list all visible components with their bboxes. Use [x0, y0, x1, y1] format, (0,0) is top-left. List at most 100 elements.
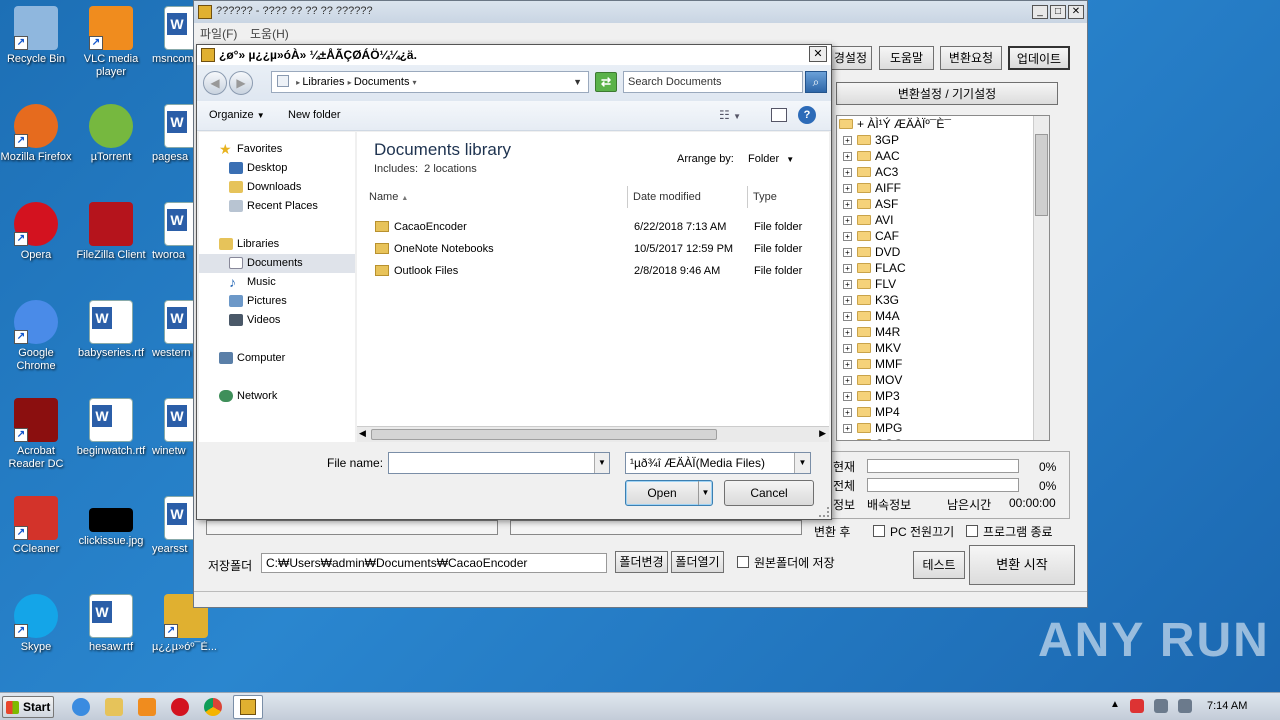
expand-icon[interactable]: +: [843, 264, 852, 273]
nav-desktop[interactable]: Desktop: [199, 159, 355, 178]
start-button[interactable]: Start: [2, 696, 54, 718]
test-button[interactable]: 테스트: [913, 551, 965, 579]
chrome-taskbar-icon[interactable]: [204, 698, 222, 716]
format-item[interactable]: +3GP: [837, 132, 1049, 148]
back-button[interactable]: ◀: [203, 71, 227, 95]
desktop-icon-utorrent[interactable]: µTorrent: [75, 104, 147, 164]
format-item[interactable]: + MPG: [837, 420, 1049, 436]
expand-icon[interactable]: +: [843, 200, 852, 209]
nav-downloads[interactable]: Downloads: [199, 178, 355, 197]
breadcrumb-dropdown-icon[interactable]: ▾: [413, 78, 417, 87]
file-row[interactable]: CacaoEncoder 6/22/2018 7:13 AM File folder: [357, 216, 829, 238]
update-button[interactable]: 업데이트: [1008, 46, 1070, 70]
settings-button[interactable]: 경설정: [829, 46, 872, 70]
change-folder-button[interactable]: 폴더변경: [615, 551, 668, 573]
nav-videos[interactable]: Videos: [199, 311, 355, 330]
expand-icon[interactable]: +: [843, 408, 852, 417]
format-item[interactable]: + FLV: [837, 276, 1049, 292]
format-item[interactable]: + DVD: [837, 244, 1049, 260]
pc-off-checkbox[interactable]: [873, 525, 885, 537]
column-date[interactable]: Date modified: [628, 186, 748, 208]
save-folder-field[interactable]: C:₩Users₩admin₩Documents₩CacaoEncoder: [261, 553, 607, 573]
nav-documents[interactable]: Documents: [199, 254, 355, 273]
format-item[interactable]: + MOV: [837, 372, 1049, 388]
horizontal-scrollbar[interactable]: ◀ ▶: [357, 426, 829, 442]
desktop-icon-skype[interactable]: ↗ Skype: [0, 594, 72, 654]
tree-scrollbar[interactable]: [1033, 116, 1049, 440]
expand-icon[interactable]: +: [843, 344, 852, 353]
expand-icon[interactable]: +: [843, 424, 852, 433]
expand-icon[interactable]: +: [843, 376, 852, 385]
format-item[interactable]: + FLAC: [837, 260, 1049, 276]
format-item[interactable]: + M4A: [837, 308, 1049, 324]
opera-taskbar-icon[interactable]: [171, 698, 189, 716]
close-button[interactable]: ✕: [1068, 5, 1084, 19]
scroll-thumb-h[interactable]: [371, 429, 717, 440]
desktop-icon-word-doc[interactable]: beginwatch.rtf: [75, 398, 147, 458]
file-name-input[interactable]: [388, 452, 610, 474]
desktop-icon-vlc[interactable]: ↗ VLC media player: [75, 6, 147, 79]
format-item[interactable]: + K3G: [837, 292, 1049, 308]
expand-icon[interactable]: +: [843, 296, 852, 305]
expand-icon[interactable]: +: [843, 216, 852, 225]
help-button[interactable]: 도움말: [879, 46, 934, 70]
breadcrumb-documents[interactable]: Documents: [354, 76, 410, 88]
organize-button[interactable]: Organize ▼: [209, 109, 265, 121]
file-row[interactable]: OneNote Notebooks 10/5/2017 12:59 PM File …: [357, 238, 829, 260]
desktop-icon-word-doc[interactable]: hesaw.rtf: [75, 594, 147, 654]
nav-computer[interactable]: Computer: [199, 349, 355, 368]
open-split-dropdown-icon[interactable]: ▼: [698, 481, 712, 505]
format-item[interactable]: + AC3: [837, 164, 1049, 180]
expand-icon[interactable]: +: [843, 280, 852, 289]
desktop-icon-filezilla[interactable]: FileZilla Client: [75, 202, 147, 262]
desktop-icon-opera[interactable]: ↗ Opera: [0, 202, 72, 262]
file-row[interactable]: Outlook Files 2/8/2018 9:46 AM File folder: [357, 260, 829, 282]
dialog-close-button[interactable]: ✕: [809, 46, 827, 62]
format-item[interactable]: + MKV: [837, 340, 1049, 356]
scroll-thumb[interactable]: [1035, 134, 1048, 216]
format-item[interactable]: + CAF: [837, 228, 1049, 244]
format-item[interactable]: + AIFF: [837, 180, 1049, 196]
desktop-icon-ccleaner[interactable]: ↗ CCleaner: [0, 496, 72, 556]
preview-pane-icon[interactable]: [771, 108, 787, 122]
address-bar[interactable]: ▸ Libraries ▸ Documents ▾ ▼: [271, 71, 589, 93]
desktop-icon-word-doc[interactable]: babyseries.rtf: [75, 300, 147, 360]
refresh-button[interactable]: ⇄: [595, 72, 617, 92]
format-item[interactable]: + MMF: [837, 356, 1049, 372]
expand-icon[interactable]: +: [843, 232, 852, 241]
breadcrumb-libraries[interactable]: Libraries: [302, 76, 344, 88]
file-name-dropdown-icon[interactable]: ▼: [594, 453, 609, 473]
tray-expand-icon[interactable]: ▲: [1110, 699, 1120, 710]
nav-favorites[interactable]: ★ Favorites: [199, 140, 355, 159]
expand-icon[interactable]: +: [843, 136, 852, 145]
save-in-source-checkbox[interactable]: [737, 556, 749, 568]
resize-grip[interactable]: [819, 507, 829, 517]
maximize-button[interactable]: □: [1050, 5, 1066, 19]
nav-libraries[interactable]: Libraries: [199, 235, 355, 254]
address-dropdown-icon[interactable]: ▼: [573, 72, 582, 92]
menu-file[interactable]: 파일(F): [200, 25, 237, 42]
expand-icon[interactable]: +: [843, 168, 852, 177]
file-type-filter[interactable]: ¹µð¾î ÆÄÀÏ(Media Files): [625, 452, 811, 474]
encoder-taskbar-button[interactable]: [233, 695, 263, 719]
nav-pictures[interactable]: Pictures: [199, 292, 355, 311]
exit-program-checkbox[interactable]: [966, 525, 978, 537]
format-item[interactable]: + ASF: [837, 196, 1049, 212]
format-item[interactable]: + MP3: [837, 388, 1049, 404]
format-item[interactable]: + AAC: [837, 148, 1049, 164]
scroll-right-icon[interactable]: ▶: [819, 428, 826, 439]
column-name[interactable]: Name ▲: [357, 186, 628, 208]
expand-icon[interactable]: +: [843, 184, 852, 193]
search-icon[interactable]: ⌕: [805, 71, 827, 93]
tray-clock[interactable]: 7:14 AM: [1207, 700, 1247, 712]
view-options-icon[interactable]: ☷ ▼: [719, 108, 741, 122]
nav-network[interactable]: Network: [199, 387, 355, 406]
cancel-button[interactable]: Cancel: [724, 480, 814, 506]
nav-music[interactable]: ♪ Music: [199, 273, 355, 292]
tray-volume-icon[interactable]: [1178, 699, 1192, 713]
nav-recent-places[interactable]: Recent Places: [199, 197, 355, 216]
minimize-button[interactable]: _: [1032, 5, 1048, 19]
desktop-icon-image[interactable]: clickissue.jpg: [75, 496, 147, 548]
expand-icon[interactable]: +: [843, 312, 852, 321]
expand-icon[interactable]: +: [843, 440, 852, 441]
